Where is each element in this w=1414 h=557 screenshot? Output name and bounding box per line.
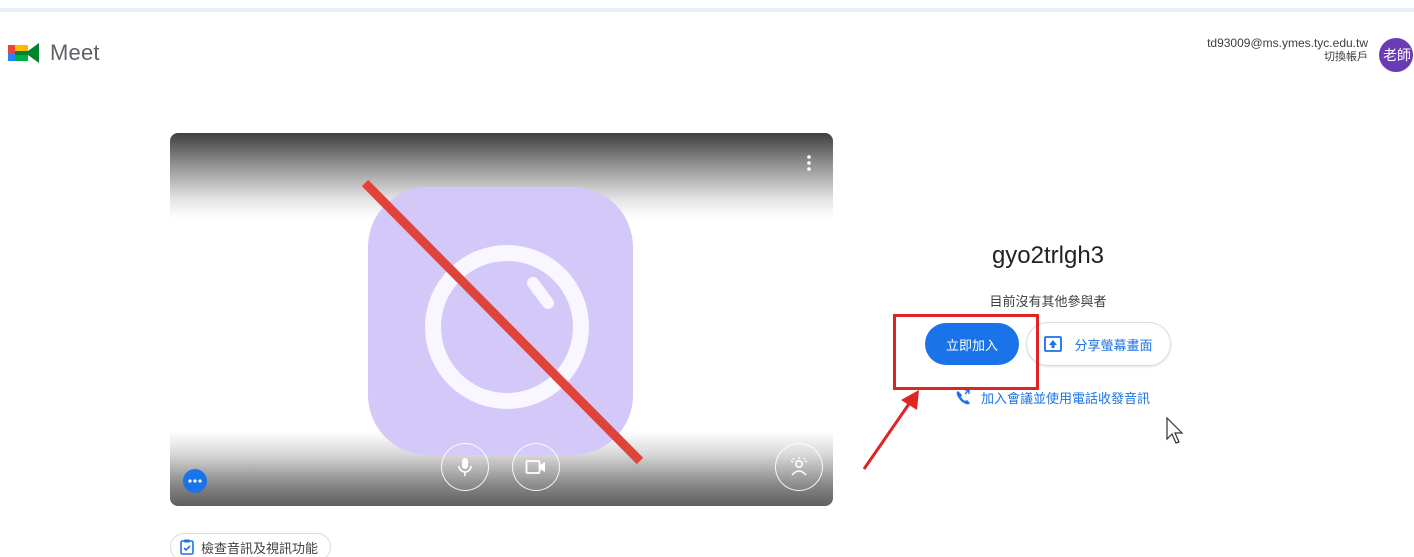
more-vert-icon[interactable] — [802, 153, 816, 173]
camera-button[interactable] — [512, 443, 560, 491]
account-email: td93009@ms.ymes.tyc.edu.tw — [1207, 36, 1368, 50]
video-preview — [170, 133, 833, 506]
meet-logo-icon — [8, 43, 39, 63]
app-name: Meet — [50, 40, 100, 65]
participant-status: 目前沒有其他參與者 — [989, 294, 1107, 309]
present-screen-icon — [1044, 336, 1063, 352]
switch-account-link[interactable]: 切換帳戶 — [1207, 50, 1368, 64]
camera-icon — [525, 460, 545, 474]
top-strip — [0, 8, 1414, 12]
account-info[interactable]: td93009@ms.ymes.tyc.edu.tw 切換帳戶 — [1207, 36, 1368, 64]
visual-effects-icon — [790, 457, 808, 476]
avatar[interactable]: 老師 — [1379, 38, 1413, 72]
check-audio-video-button[interactable]: 檢查音訊及視訊功能 — [170, 533, 332, 557]
visual-effects-button[interactable] — [775, 443, 823, 491]
camera-off-icon — [361, 179, 644, 465]
more-horiz-button[interactable] — [183, 469, 207, 493]
more-horiz-icon — [188, 479, 202, 483]
join-by-phone-link[interactable]: 加入會議並使用電話收發音訊 — [955, 387, 1150, 407]
microphone-icon — [458, 458, 472, 476]
share-screen-button[interactable]: 分享螢幕畫面 — [1026, 322, 1171, 366]
microphone-button[interactable] — [441, 443, 489, 491]
clipboard-check-icon — [180, 539, 194, 555]
meet-logo[interactable]: Meet — [8, 38, 100, 68]
check-label: 檢查音訊及視訊功能 — [201, 540, 319, 556]
phone-label: 加入會議並使用電話收發音訊 — [981, 390, 1151, 406]
meeting-code: gyo2trlgh3 — [991, 242, 1105, 269]
annotation-highlight-box — [893, 314, 1039, 390]
share-label: 分享螢幕畫面 — [1074, 337, 1153, 353]
mouse-cursor-icon — [1166, 417, 1184, 444]
phone-forwarded-icon — [956, 389, 970, 405]
